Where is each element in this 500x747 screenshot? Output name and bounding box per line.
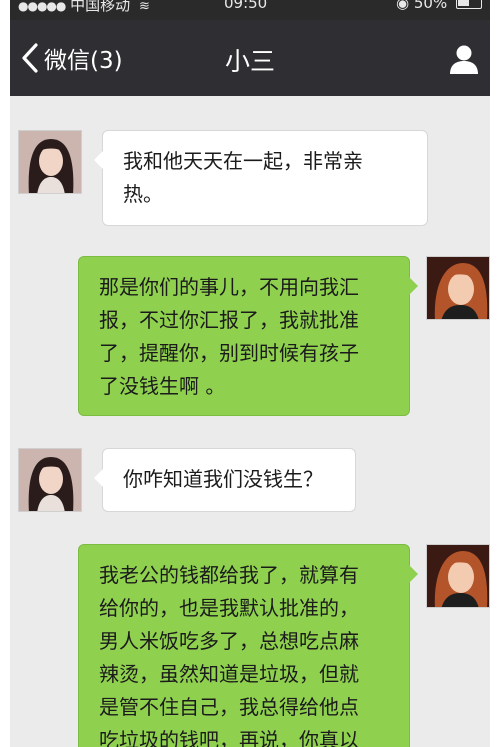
- message-line: 我老公的钱都给我了，就算有: [99, 563, 359, 587]
- wifi-icon: ≋: [138, 0, 150, 14]
- lady-avatar-image: [427, 545, 489, 607]
- message-line: 那是你们的事儿，不用向我汇: [99, 275, 359, 299]
- chat-title: 小三: [224, 47, 275, 76]
- message-line: 报，不过你汇报了，我就批准: [99, 308, 359, 332]
- status-time: 09:50: [224, 0, 268, 12]
- message-line: 热。: [123, 182, 163, 206]
- lady-avatar[interactable]: [426, 544, 490, 608]
- girl-avatar-image: [19, 449, 81, 511]
- lady-avatar-image: [427, 257, 489, 319]
- message-line: 男人米饭吃多了，总想吃点麻: [99, 629, 359, 653]
- message-line: 吃垃圾的钱吧，再说，你真以: [99, 728, 359, 747]
- status-left: ●●●●● 中国移动 ≋: [18, 0, 150, 15]
- message-bubble-sent[interactable]: 那是你们的事儿，不用向我汇 报，不过你汇报了，我就批准 了，提醒你，别到时候有孩…: [78, 256, 418, 416]
- message-line: 给你的，也是我默认批准的，: [99, 596, 359, 620]
- battery-icon: [456, 0, 482, 9]
- rotation-lock-icon: ◉: [396, 0, 410, 12]
- status-bar: ●●●●● 中国移动 ≋ 09:50 ◉ 50%: [10, 0, 490, 20]
- signal-strength-icon: ●●●●●: [18, 0, 66, 13]
- message-line: 你咋知道我们没钱生？: [123, 467, 323, 491]
- message-line: 辣烫，虽然知道是垃圾，但就: [99, 662, 359, 686]
- girl-avatar[interactable]: [18, 448, 82, 512]
- message-bubble-sent[interactable]: 我老公的钱都给我了，就算有 给你的，也是我默认批准的， 男人米饭吃多了，总想吃点…: [78, 544, 418, 747]
- girl-avatar[interactable]: [18, 130, 82, 194]
- contact-profile-icon[interactable]: [448, 44, 480, 74]
- phone-screen: ●●●●● 中国移动 ≋ 09:50 ◉ 50% 微信(3) 小三 我和他天天在…: [10, 0, 490, 747]
- message-line: 我和他天天在一起，非常亲: [123, 149, 363, 173]
- battery-percent: 50%: [413, 0, 448, 12]
- nav-bar: 微信(3) 小三: [10, 20, 490, 96]
- carrier-name: 中国移动: [70, 0, 131, 14]
- chat-area[interactable]: 我和他天天在一起，非常亲 热。 那是你们的事儿，不用向我汇 报，不过你汇报了，我…: [10, 96, 490, 747]
- message-bubble-received[interactable]: 你咋知道我们没钱生？: [94, 448, 356, 512]
- message-bubble-received[interactable]: 我和他天天在一起，非常亲 热。: [94, 130, 428, 226]
- message-line: 了，提醒你，别到时候有孩子: [99, 341, 359, 365]
- status-right: ◉ 50%: [396, 0, 482, 12]
- girl-avatar-image: [19, 131, 81, 193]
- message-line: 了没钱生啊 。: [99, 374, 226, 398]
- lady-avatar[interactable]: [426, 256, 490, 320]
- message-line: 是管不住自己，我总得给他点: [99, 695, 359, 719]
